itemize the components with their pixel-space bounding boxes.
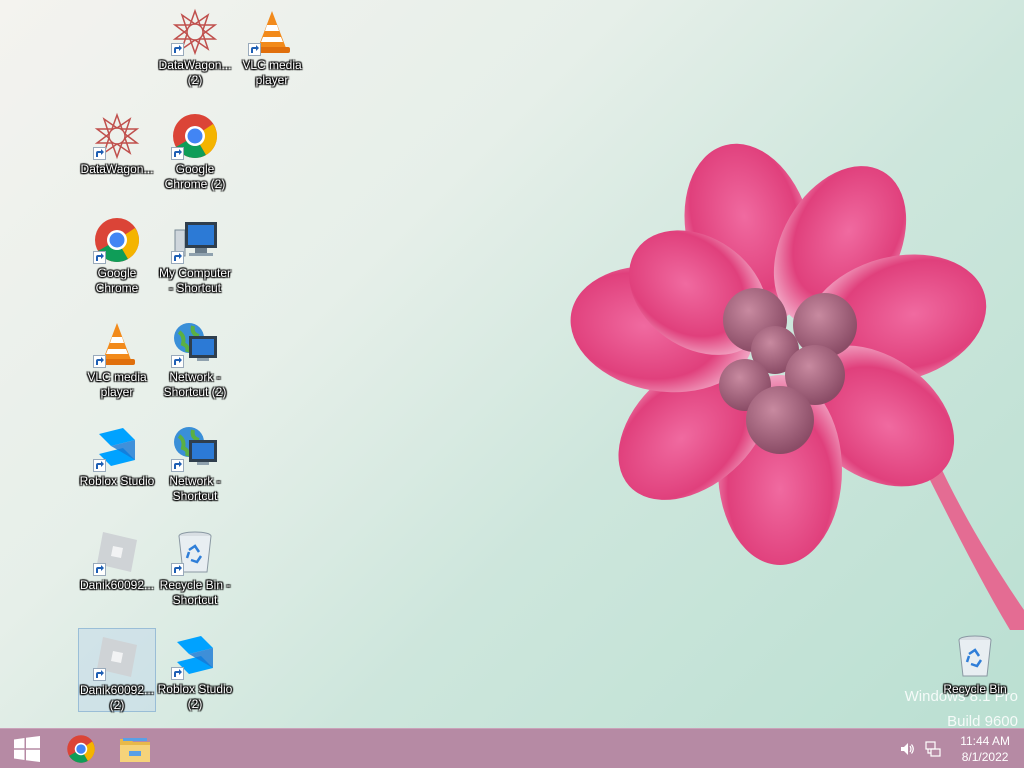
desktop-icon-label: Google Chrome (2) <box>164 162 226 191</box>
start-button[interactable] <box>0 729 54 768</box>
desktop-icon-label: Danik60092... (2) <box>79 683 155 712</box>
shortcut-arrow-icon <box>171 43 184 56</box>
chrome-icon <box>67 735 95 763</box>
network-button[interactable] <box>923 739 943 759</box>
clock-time: 11:44 AM <box>960 734 1010 748</box>
desktop[interactable]: DataWagon... (2) VLC media player DataWa… <box>0 0 1024 728</box>
shortcut-arrow-icon <box>171 355 184 368</box>
desktop-icon-label: DataWagon... <box>80 162 154 176</box>
shortcut-arrow-icon <box>93 668 106 681</box>
desktop-icon-roblox-studio-2[interactable]: Roblox Studio (2) <box>156 628 234 712</box>
shortcut-arrow-icon <box>93 563 106 576</box>
desktop-icon-label: Network - Shortcut <box>169 474 221 503</box>
desktop-icon-danik-2[interactable]: Danik60092... (2) <box>78 628 156 712</box>
desktop-icon-recycle-bin-shortcut[interactable]: Recycle Bin - Shortcut <box>156 524 234 608</box>
folder-icon <box>120 738 150 762</box>
desktop-icon-vlc[interactable]: VLC media player <box>233 4 311 88</box>
desktop-icon-label: Recycle Bin - Shortcut <box>159 578 231 607</box>
shortcut-arrow-icon <box>93 147 106 160</box>
taskbar-chrome-button[interactable] <box>54 729 108 768</box>
desktop-icon-chrome[interactable]: Google Chrome <box>78 212 156 296</box>
network-tray-icon <box>925 741 941 757</box>
desktop-icon-label: Roblox Studio <box>79 474 155 488</box>
taskbar-clock[interactable]: 11:44 AM 8/1/2022 <box>960 733 1010 765</box>
shortcut-arrow-icon <box>171 667 184 680</box>
shortcut-arrow-icon <box>171 147 184 160</box>
desktop-icon-label: Danik60092... <box>79 578 155 592</box>
clock-date: 8/1/2022 <box>961 750 1009 764</box>
desktop-icon-vlc-2[interactable]: VLC media player <box>78 316 156 400</box>
system-tray: 11:44 AM 8/1/2022 <box>894 729 1024 768</box>
desktop-icon-datawagon[interactable]: DataWagon... <box>78 108 156 192</box>
desktop-icon-label: DataWagon... (2) <box>158 58 232 87</box>
desktop-icon-my-computer[interactable]: My Computer - Shortcut <box>156 212 234 296</box>
shortcut-arrow-icon <box>248 43 261 56</box>
taskbar-file-explorer-button[interactable] <box>108 729 162 768</box>
desktop-icon-network[interactable]: Network - Shortcut <box>156 420 234 504</box>
shortcut-arrow-icon <box>93 355 106 368</box>
desktop-icon-roblox-studio[interactable]: Roblox Studio <box>78 420 156 504</box>
shortcut-arrow-icon <box>171 251 184 264</box>
desktop-icon-label: Google Chrome <box>95 266 139 295</box>
taskbar: 11:44 AM 8/1/2022 <box>0 728 1024 768</box>
desktop-icon-label: Network - Shortcut (2) <box>163 370 227 399</box>
shortcut-arrow-icon <box>171 459 184 472</box>
desktop-icon-label: Roblox Studio (2) <box>157 682 233 711</box>
speaker-icon <box>901 743 915 755</box>
desktop-icon-danik[interactable]: Danik60092... <box>78 524 156 608</box>
recycle-bin-icon <box>958 635 992 677</box>
desktop-icon-label: VLC media player <box>242 58 302 87</box>
volume-button[interactable] <box>897 739 917 759</box>
desktop-icon-label: My Computer - Shortcut <box>158 266 232 295</box>
windows-logo-icon <box>14 736 40 762</box>
flower-wallpaper <box>570 143 1024 630</box>
shortcut-arrow-icon <box>93 251 106 264</box>
desktop-icon-network-2[interactable]: Network - Shortcut (2) <box>156 316 234 400</box>
desktop-icon-chrome-2[interactable]: Google Chrome (2) <box>156 108 234 192</box>
desktop-icon-datawagon-2[interactable]: DataWagon... (2) <box>156 4 234 88</box>
shortcut-arrow-icon <box>93 459 106 472</box>
desktop-icon-label: Recycle Bin <box>943 682 1007 696</box>
desktop-icon-label: VLC media player <box>87 370 147 399</box>
shortcut-arrow-icon <box>171 563 184 576</box>
desktop-icon-recycle-bin[interactable]: Recycle Bin <box>936 628 1014 712</box>
